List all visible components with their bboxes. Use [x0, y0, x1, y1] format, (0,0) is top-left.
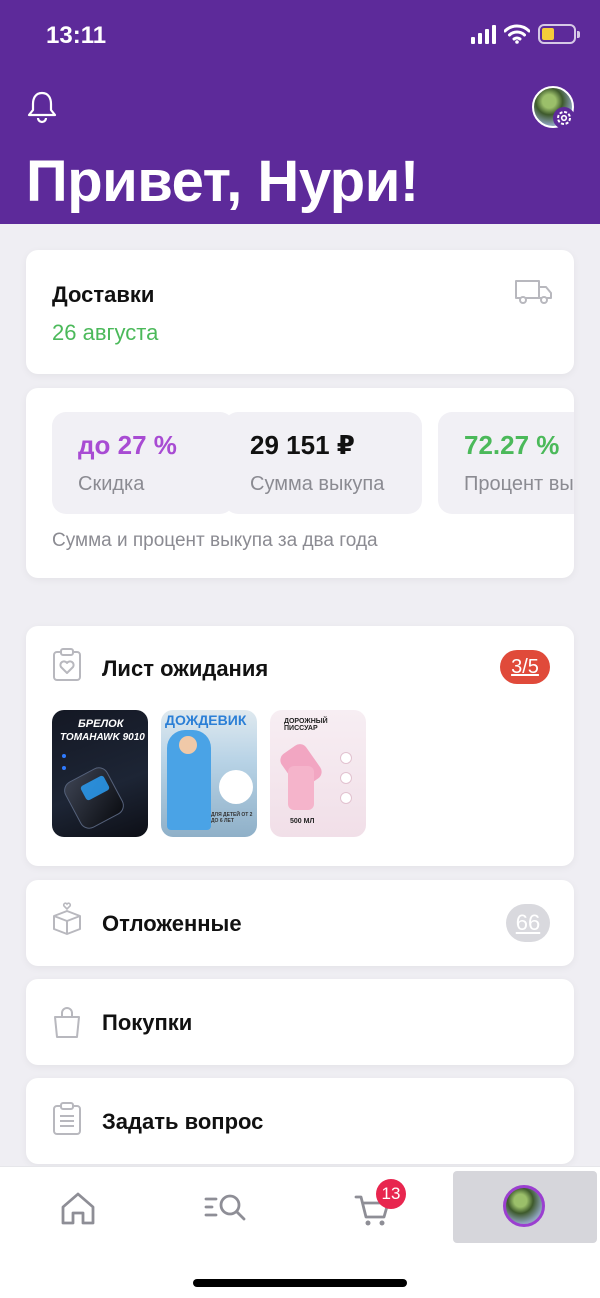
settings-gear-icon[interactable] [552, 106, 576, 130]
redemption-sum-label: Сумма выкупа [250, 473, 385, 495]
redemption-percent-label: Процент выкупа [464, 473, 574, 495]
catalog-search-icon[interactable] [198, 1185, 254, 1229]
redemption-percent-value: 72.27 % [464, 430, 560, 460]
cellular-signal-icon [471, 24, 496, 44]
bell-icon[interactable] [24, 88, 60, 124]
status-icons [471, 24, 580, 44]
status-time: 13:11 [46, 22, 107, 49]
waitlist-products: БРЕЛОК TOMAHAWK 9010 ДОЖДЕВИК ДЛЯ ДЕТЕЙ … [52, 710, 366, 837]
purchase-stats-card: до 27 % Скидка 29 151 ₽ Сумма выкупа 72.… [26, 388, 574, 578]
ask-question-row[interactable]: Задать вопрос [26, 1078, 574, 1164]
product-thumbnail[interactable]: БРЕЛОК TOMAHAWK 9010 [52, 710, 148, 837]
discount-value: до 27 % [78, 430, 177, 460]
stats-note: Сумма и процент выкупа за два года [52, 530, 378, 551]
purchases-label: Покупки [102, 1010, 193, 1035]
waitlist-count-badge: 3/5 [500, 650, 550, 684]
redemption-sum-stat[interactable]: 29 151 ₽ Сумма выкупа [224, 412, 422, 514]
clipboard-heart-icon [53, 648, 81, 681]
product-thumbnail[interactable]: ДОЖДЕВИК ДЛЯ ДЕТЕЙ ОТ 2 ДО 6 ЛЕТ [161, 710, 257, 837]
deliveries-card[interactable]: Доставки 26 августа [26, 250, 574, 374]
waitlist-card[interactable]: Лист ожидания 3/5 БРЕЛОК TOMAHAWK 9010 Д… [26, 626, 574, 866]
redemption-percent-stat[interactable]: 72.27 % Процент выкупа [438, 412, 574, 514]
waitlist-title: Лист ожидания [102, 656, 269, 681]
postponed-label: Отложенные [102, 911, 242, 936]
truck-icon [515, 280, 552, 304]
wifi-icon [504, 24, 530, 44]
cart-count-badge: 13 [376, 1179, 406, 1209]
redemption-sum-value: 29 151 ₽ [250, 430, 355, 460]
home-icon[interactable] [50, 1185, 106, 1229]
header: 13:11 Привет, Нури! [0, 0, 600, 224]
discount-stat[interactable]: до 27 % Скидка [52, 412, 234, 514]
box-heart-icon [53, 902, 81, 935]
tab-bar: 13 [0, 1166, 600, 1298]
postponed-row[interactable]: Отложенные 66 [26, 880, 574, 966]
page-title: Привет, Нури! [26, 149, 419, 214]
clipboard-list-icon [53, 1102, 81, 1135]
profile-avatar [503, 1185, 545, 1227]
battery-icon [538, 24, 580, 44]
delivery-date: 26 августа [52, 320, 159, 345]
shopping-bag-icon [54, 1007, 80, 1038]
home-indicator [193, 1279, 407, 1287]
deliveries-title: Доставки [52, 282, 155, 307]
ask-question-label: Задать вопрос [102, 1109, 264, 1134]
tab-profile[interactable] [453, 1171, 597, 1243]
discount-label: Скидка [78, 473, 145, 495]
product-thumbnail[interactable]: ДОРОЖНЫЙ ПИССУАР 500 МЛ [270, 710, 366, 837]
purchases-row[interactable]: Покупки [26, 979, 574, 1065]
postponed-count-badge: 66 [506, 904, 550, 942]
